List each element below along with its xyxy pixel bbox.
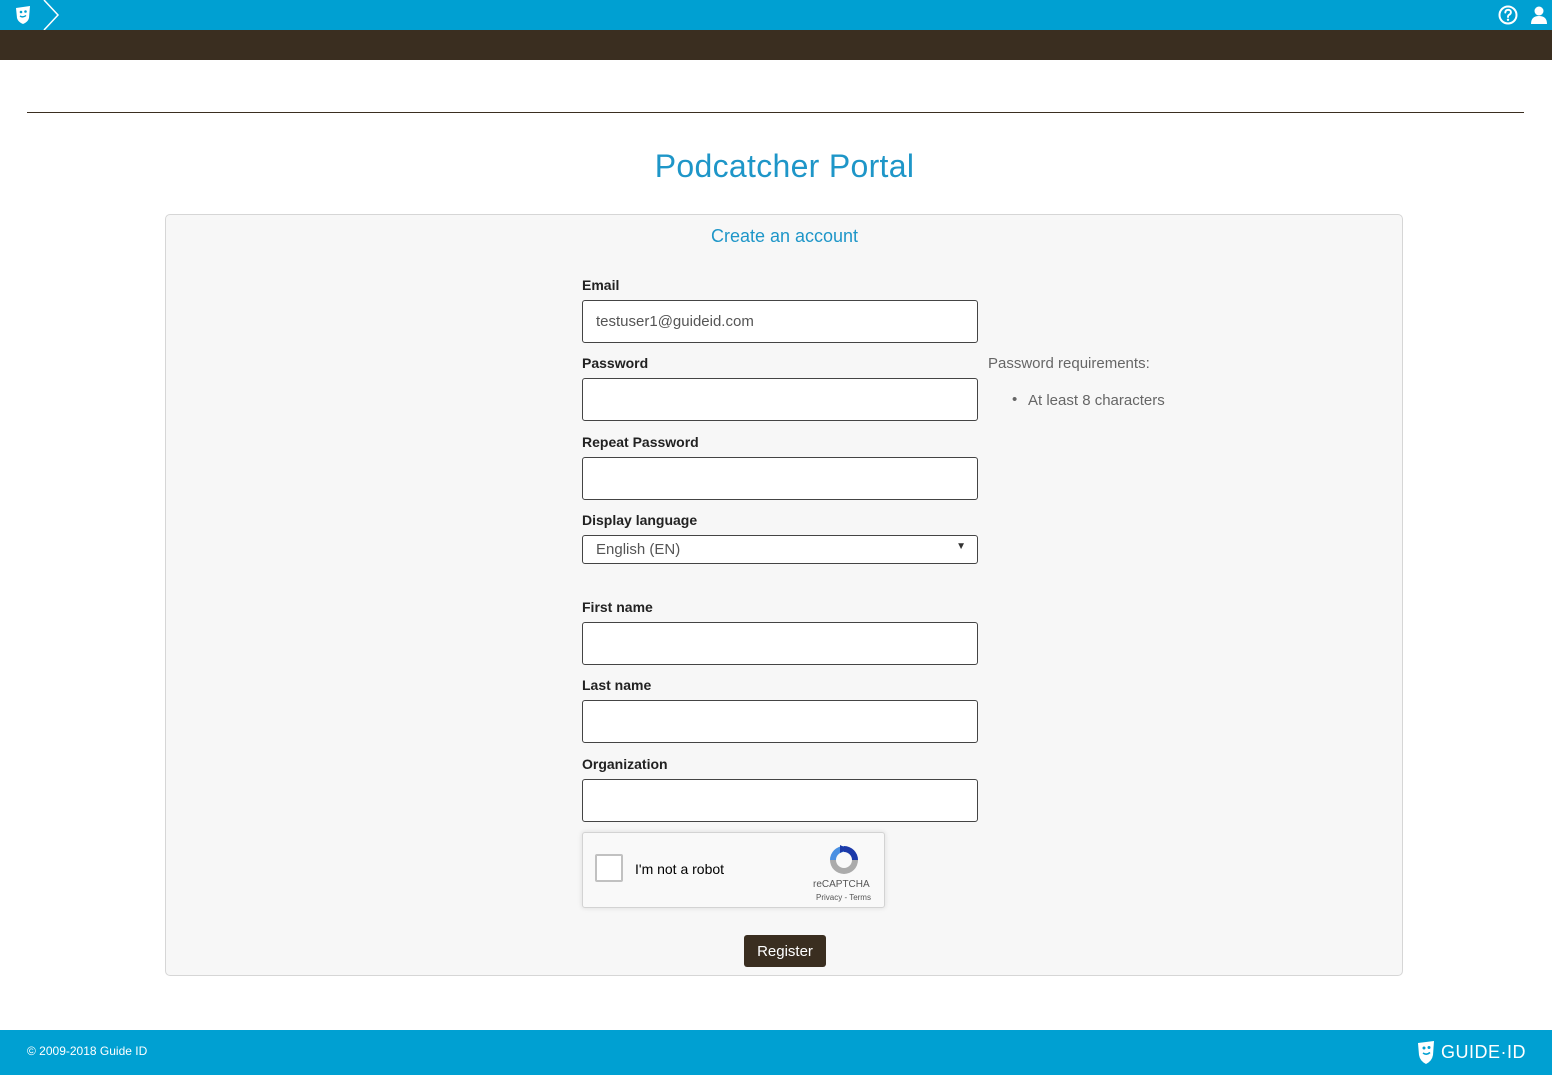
last-name-field[interactable] [582,700,978,743]
recaptcha-checkbox[interactable] [595,854,623,882]
last-name-label: Last name [582,677,652,693]
organization-label: Organization [582,756,668,772]
password-requirement-text: At least 8 characters [1028,392,1165,409]
recaptcha-label: I'm not a robot [635,861,725,877]
password-field[interactable] [582,378,978,421]
email-label: Email [582,277,620,293]
bullet-icon: • [1012,391,1018,408]
divider [27,112,1524,113]
guide-id-logo-icon [1418,1041,1434,1064]
user-icon[interactable] [1530,5,1548,25]
password-label: Password [582,355,649,371]
copyright-text: © 2009-2018 Guide ID [27,1044,148,1058]
caret-down-icon: ▼ [956,541,966,552]
guide-id-logo-icon[interactable] [14,5,32,25]
footer: © 2009-2018 Guide ID GUIDE·ID [0,1030,1552,1075]
password-requirements-title: Password requirements: [988,355,1150,372]
repeat-password-field[interactable] [582,457,978,500]
top-bar [0,0,1552,30]
question-circle-icon[interactable] [1498,5,1518,25]
recaptcha-brand: reCAPTCHA [813,879,870,890]
email-field[interactable] [582,300,978,343]
recaptcha-widget: I'm not a robot reCAPTCHA Privacy - Term… [582,832,885,908]
first-name-label: First name [582,599,653,615]
footer-brand: GUIDE·ID [1441,1042,1526,1062]
recaptcha-logo-icon [830,845,858,874]
display-language-label: Display language [582,512,698,528]
organization-field[interactable] [582,779,978,822]
register-button[interactable]: Register [744,935,826,967]
secondary-bar [0,30,1552,60]
display-language-value: English (EN) [596,541,681,558]
display-language-select[interactable]: English (EN) ▼ [582,535,978,564]
recaptcha-privacy-terms-link[interactable]: Privacy - Terms [816,893,871,902]
page-title: Podcatcher Portal [654,148,915,184]
first-name-field[interactable] [582,622,978,665]
form-title: Create an account [710,226,859,246]
chevron-right-icon[interactable] [40,0,62,30]
repeat-password-label: Repeat Password [582,434,699,450]
